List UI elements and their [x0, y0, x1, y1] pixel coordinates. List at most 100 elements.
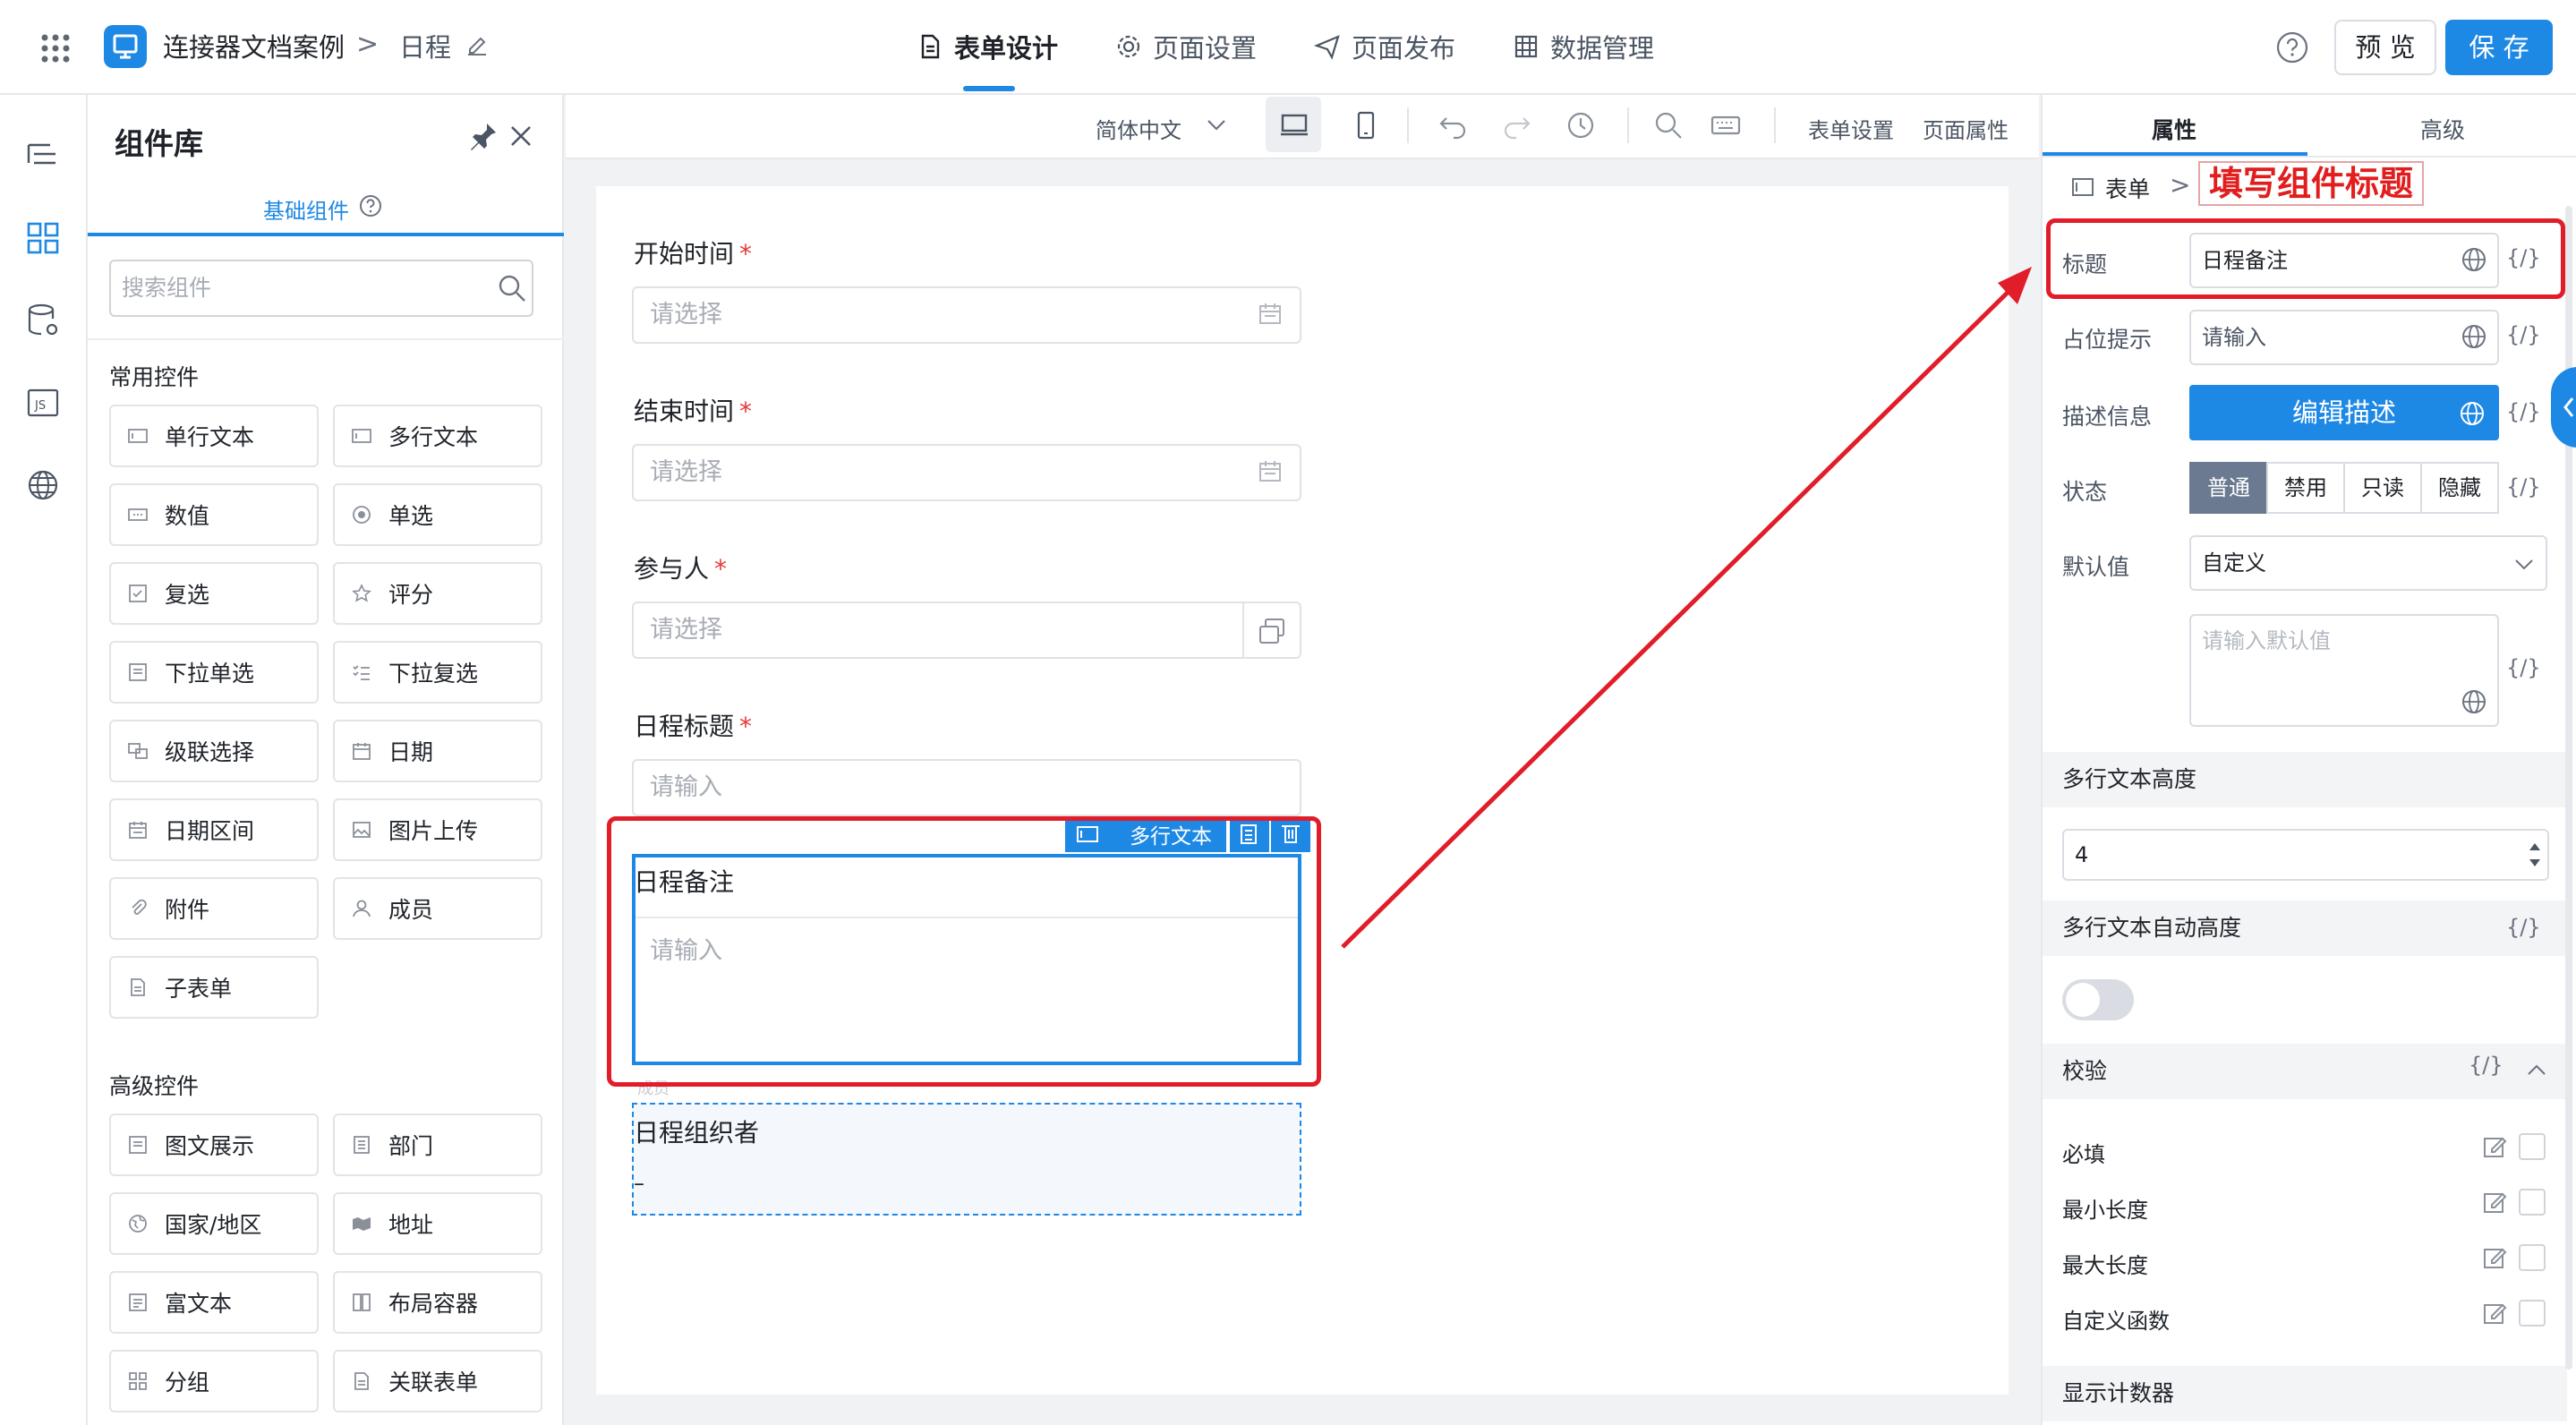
undo-icon[interactable]	[1437, 109, 1470, 141]
comp-subform[interactable]: 子表单	[109, 956, 319, 1019]
expression-button[interactable]: {/}	[2506, 655, 2541, 680]
edit-icon[interactable]	[2481, 1300, 2508, 1327]
state-normal[interactable]: 普通	[2189, 462, 2268, 514]
form-settings-link[interactable]: 表单设置	[1808, 113, 1894, 144]
apps-grid-icon[interactable]	[39, 32, 72, 64]
field-label-schedule-title[interactable]: 日程标题 *	[634, 707, 752, 743]
history-icon[interactable]	[1565, 109, 1597, 141]
help-icon[interactable]	[2275, 30, 2309, 64]
chevron-down-icon[interactable]	[1203, 111, 1230, 138]
globe-icon[interactable]	[2458, 399, 2486, 428]
field-label-end-time[interactable]: 结束时间 *	[634, 392, 752, 428]
field-label-participants[interactable]: 参与人 *	[634, 550, 727, 585]
desktop-icon[interactable]	[1278, 109, 1310, 141]
state-hidden[interactable]: 隐藏	[2420, 462, 2499, 514]
outline-tree-icon[interactable]	[25, 138, 61, 174]
comp-attachment[interactable]: 附件	[109, 877, 319, 940]
validation-min-length-checkbox[interactable]	[2519, 1189, 2546, 1216]
panel-collapse-handle[interactable]	[2551, 367, 2576, 448]
chevron-down-icon[interactable]	[2512, 551, 2537, 576]
stepper-arrows-icon[interactable]	[2524, 832, 2546, 877]
tab-basic-components[interactable]: 基础组件	[263, 193, 349, 225]
components-grid-icon[interactable]	[25, 220, 61, 256]
schedule-title-input[interactable]: 请输入	[632, 759, 1301, 816]
tab-form-design[interactable]: 表单设计	[917, 25, 1058, 68]
comp-date-range[interactable]: 日期区间	[109, 798, 319, 861]
keyboard-icon[interactable]	[1710, 109, 1742, 141]
tab-properties[interactable]: 属性	[2152, 113, 2196, 145]
tab-page-settings[interactable]: 页面设置	[1115, 25, 1257, 68]
comp-rich-text[interactable]: 富文本	[109, 1271, 319, 1334]
start-time-input[interactable]: 请选择	[632, 286, 1301, 344]
expression-button[interactable]: {/}	[2506, 322, 2541, 347]
edit-description-button[interactable]: 编辑描述	[2189, 385, 2499, 440]
comp-dropdown-multi[interactable]: 下拉复选	[333, 641, 542, 704]
validation-custom-function-checkbox[interactable]	[2519, 1300, 2546, 1327]
comp-image-upload[interactable]: 图片上传	[333, 798, 542, 861]
close-icon[interactable]	[505, 120, 537, 152]
globe-icon[interactable]	[2460, 322, 2488, 351]
comp-group[interactable]: 分组	[109, 1350, 319, 1412]
redo-icon[interactable]	[1500, 109, 1532, 141]
validation-required-checkbox[interactable]	[2519, 1133, 2546, 1160]
language-select[interactable]: 简体中文	[1096, 113, 1181, 144]
search-icon[interactable]	[1652, 109, 1685, 141]
edit-icon[interactable]	[464, 32, 490, 59]
edit-icon[interactable]	[2481, 1133, 2508, 1160]
mobile-icon[interactable]	[1350, 109, 1382, 141]
expression-button[interactable]: {/}	[2506, 399, 2541, 424]
page-properties-link[interactable]: 页面属性	[1923, 113, 2009, 144]
field-label-start-time[interactable]: 开始时间 *	[634, 235, 752, 270]
comp-related-form[interactable]: 关联表单	[333, 1350, 542, 1412]
globe-icon[interactable]	[2460, 687, 2488, 716]
comp-radio[interactable]: 单选	[333, 483, 542, 546]
save-button[interactable]: 保 存	[2445, 20, 2553, 75]
preview-button[interactable]: 预 览	[2334, 20, 2436, 75]
default-value-textarea[interactable]: 请输入默认值	[2189, 614, 2499, 727]
section-show-counter: 显示计数器	[2043, 1366, 2567, 1421]
component-search-input[interactable]: 搜索组件	[109, 260, 533, 317]
comp-date[interactable]: 日期	[333, 720, 542, 782]
end-time-input[interactable]: 请选择	[632, 444, 1301, 501]
comp-checkbox[interactable]: 复选	[109, 562, 319, 625]
javascript-icon[interactable]: JS	[25, 385, 61, 421]
panel-breadcrumb-form[interactable]: 表单	[2105, 172, 2150, 204]
tab-data-management[interactable]: 数据管理	[1513, 25, 1654, 68]
app-name[interactable]: 连接器文档案例	[163, 27, 345, 64]
comp-rating[interactable]: 评分	[333, 562, 542, 625]
comp-rich-display[interactable]: 图文展示	[109, 1114, 319, 1176]
chevron-up-icon[interactable]	[2524, 1058, 2549, 1083]
comp-layout-container[interactable]: 布局容器	[333, 1271, 542, 1334]
expression-button[interactable]: {/}	[2506, 474, 2541, 499]
pin-icon[interactable]	[467, 120, 499, 152]
tab-advanced[interactable]: 高级	[2420, 113, 2465, 145]
expression-button[interactable]: {/}	[2469, 1053, 2503, 1078]
comp-single-line-text[interactable]: 单行文本	[109, 405, 319, 467]
comp-country-region[interactable]: 国家/地区	[109, 1192, 319, 1255]
select-members-icon[interactable]	[1257, 616, 1287, 646]
state-disabled[interactable]: 禁用	[2266, 462, 2345, 514]
database-settings-icon[interactable]	[25, 303, 61, 338]
globe-icon[interactable]	[25, 467, 61, 503]
comp-dropdown-single[interactable]: 下拉单选	[109, 641, 319, 704]
comp-member[interactable]: 成员	[333, 877, 542, 940]
participants-input[interactable]: 请选择	[632, 602, 1301, 659]
comp-number[interactable]: 数值	[109, 483, 319, 546]
search-icon[interactable]	[496, 272, 528, 304]
placeholder-input[interactable]: 请输入	[2189, 310, 2499, 365]
tab-page-publish[interactable]: 页面发布	[1314, 25, 1455, 68]
validation-required-label: 必填	[2062, 1142, 2105, 1167]
comp-cascade-select[interactable]: 级联选择	[109, 720, 319, 782]
comp-multi-line-text[interactable]: 多行文本	[333, 405, 542, 467]
comp-address[interactable]: 地址	[333, 1192, 542, 1255]
textarea-height-input[interactable]: 4	[2062, 829, 2549, 881]
edit-icon[interactable]	[2481, 1189, 2508, 1216]
validation-max-length-checkbox[interactable]	[2519, 1244, 2546, 1271]
comp-department[interactable]: 部门	[333, 1114, 542, 1176]
expression-button[interactable]: {/}	[2506, 915, 2541, 940]
default-value-select[interactable]: 自定义	[2189, 535, 2547, 591]
state-readonly[interactable]: 只读	[2343, 462, 2422, 514]
input-box-icon	[128, 429, 148, 443]
help-icon[interactable]	[358, 193, 383, 218]
edit-icon[interactable]	[2481, 1244, 2508, 1271]
